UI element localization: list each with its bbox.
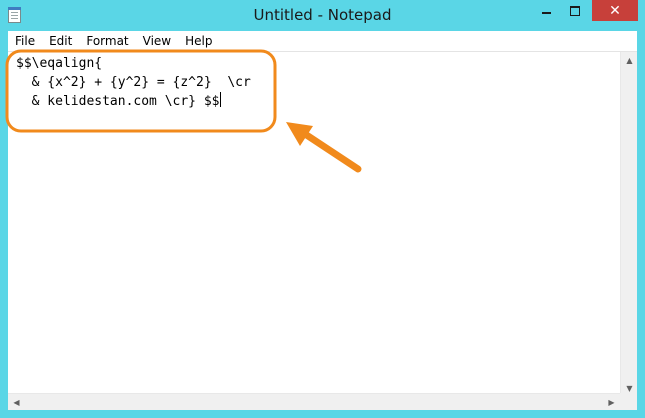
minimize-icon [542,11,551,14]
scroll-left-icon[interactable]: ◀ [8,394,25,411]
horizontal-scrollbar[interactable]: ◀ ▶ [8,393,620,410]
menu-bar: File Edit Format View Help [8,31,637,52]
text-editor[interactable]: $$\eqalign{ & {x^2} + {y^2} = {z^2} \cr … [8,52,620,397]
scroll-right-icon[interactable]: ▶ [603,394,620,411]
maximize-icon [569,5,580,16]
title-bar[interactable]: Untitled - Notepad ✕ [0,0,645,31]
menu-view[interactable]: View [136,31,178,51]
size-grip[interactable] [620,393,637,410]
notepad-window: Untitled - Notepad ✕ File Edit Format Vi… [0,0,645,418]
close-button[interactable]: ✕ [592,0,638,21]
minimize-button[interactable] [533,0,560,21]
editor-line: & {x^2} + {y^2} = {z^2} \cr [16,75,251,90]
vertical-scrollbar[interactable]: ▲ ▼ [620,52,637,397]
menu-format[interactable]: Format [79,31,135,51]
maximize-button[interactable] [561,0,588,21]
editor-line: $$\eqalign{ [16,56,103,71]
close-icon: ✕ [609,2,621,19]
client-area: File Edit Format View Help $$\eqalign{ &… [8,31,637,410]
editor-line: & kelidestan.com \cr} $$ [16,94,220,109]
menu-edit[interactable]: Edit [42,31,79,51]
menu-help[interactable]: Help [178,31,219,51]
editor-content: $$\eqalign{ & {x^2} + {y^2} = {z^2} \cr … [16,54,251,111]
text-caret [219,92,221,107]
menu-file[interactable]: File [8,31,42,51]
scroll-up-icon[interactable]: ▲ [621,52,638,69]
